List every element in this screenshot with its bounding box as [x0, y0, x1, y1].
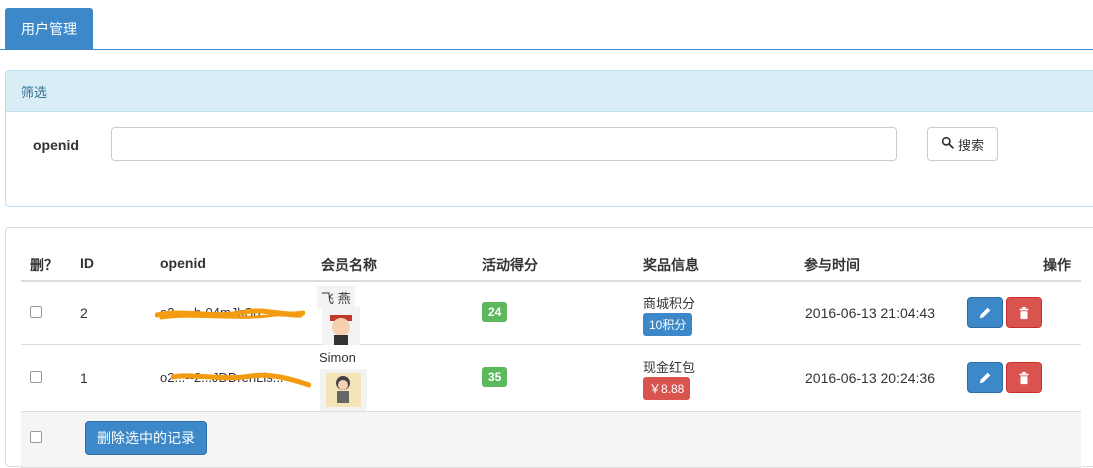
header-join-time: 参与时间 — [804, 257, 860, 273]
search-button[interactable]: 搜索 — [927, 127, 998, 161]
row-join-time: 2016-06-13 21:04:43 — [805, 305, 935, 321]
filter-panel: 筛选 openid 搜索 — [5, 70, 1093, 207]
header-actions: 操作 — [1043, 257, 1071, 273]
edit-button[interactable] — [967, 297, 1003, 328]
redaction-scribble — [171, 372, 311, 388]
trash-icon — [1019, 371, 1029, 384]
row-checkbox[interactable] — [30, 306, 42, 318]
header-prize-info: 奖品信息 — [643, 257, 699, 273]
table-row: 2 o2...--b-04mJbSo... 飞 燕 24 商城积分 10积分 2… — [21, 283, 1081, 345]
select-all-checkbox[interactable] — [30, 431, 42, 443]
tab-user-management[interactable]: 用户管理 — [5, 8, 93, 50]
filter-panel-title: 筛选 — [6, 71, 1093, 112]
header-member-name: 会员名称 — [321, 257, 377, 273]
table-header: 删？ ID openid 会员名称 活动得分 奖品信息 参与时间 操作 — [21, 246, 1081, 282]
search-icon — [941, 136, 954, 152]
openid-label: openid — [33, 137, 79, 153]
prize-value-badge: ￥8.88 — [643, 377, 691, 400]
trash-icon — [1019, 306, 1029, 319]
delete-button[interactable] — [1006, 362, 1042, 393]
row-id: 2 — [80, 305, 88, 321]
member-avatar — [320, 369, 367, 411]
delete-selected-button[interactable]: 删除选中的记录 — [85, 421, 207, 455]
search-button-label: 搜索 — [957, 137, 984, 153]
row-id: 1 — [80, 370, 88, 386]
pencil-icon — [979, 372, 991, 383]
user-table-panel: 删？ ID openid 会员名称 活动得分 奖品信息 参与时间 操作 2 o2… — [5, 227, 1093, 468]
header-activity-score: 活动得分 — [482, 257, 538, 273]
redaction-scribble — [155, 308, 305, 320]
prize-type: 商城积分 — [643, 296, 696, 311]
table-footer-row: 删除选中的记录 — [21, 412, 1081, 468]
openid-input[interactable] — [111, 127, 897, 161]
row-checkbox[interactable] — [30, 371, 42, 383]
row-member-name: Simon — [319, 350, 356, 365]
score-badge: 24 — [482, 302, 508, 322]
delete-button[interactable] — [1006, 297, 1042, 328]
score-badge: 35 — [482, 367, 508, 387]
pencil-icon — [979, 307, 991, 318]
header-openid: openid — [160, 255, 206, 271]
prize-type: 现金红包 — [643, 360, 696, 375]
member-avatar — [322, 307, 360, 345]
header-id: ID — [80, 255, 94, 271]
prize-value-badge: 10积分 — [643, 313, 693, 336]
header-delete: 删？ — [30, 257, 58, 273]
row-join-time: 2016-06-13 20:24:36 — [805, 370, 935, 386]
row-member-name: 飞 燕 — [317, 286, 355, 309]
edit-button[interactable] — [967, 362, 1003, 393]
table-row: 1 o2...--2...JDDrenLis... Simon 35 现金红包 … — [21, 345, 1081, 412]
tab-bar: 用户管理 — [0, 0, 1093, 50]
